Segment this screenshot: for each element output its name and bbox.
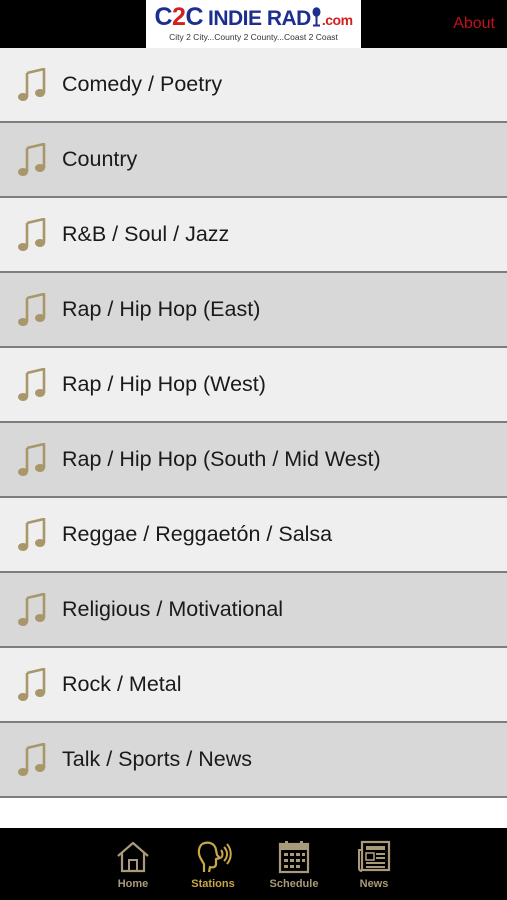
station-label: R&B / Soul / Jazz	[62, 222, 230, 246]
tab-stations[interactable]: Stations	[178, 840, 248, 896]
station-label: Comedy / Poetry	[62, 72, 223, 96]
music-note-icon	[18, 217, 46, 251]
music-note-icon	[18, 142, 46, 176]
music-note-icon	[18, 517, 46, 551]
station-row[interactable]: Rap / Hip Hop (West)	[0, 348, 507, 423]
c2c-indie-radio-logo: C2C INDIE RAD .com City 2 City...County …	[146, 0, 361, 48]
logo-tagline: City 2 City...County 2 County...Coast 2 …	[169, 32, 338, 42]
station-row[interactable]: Reggae / Reggaetón / Salsa	[0, 498, 507, 573]
station-row[interactable]: Rap / Hip Hop (East)	[0, 273, 507, 348]
station-label: Rap / Hip Hop (West)	[62, 372, 266, 396]
logo-indie-radio: INDIE RAD	[208, 7, 311, 30]
logo-c2c: C2C	[154, 3, 203, 31]
station-list: Comedy / Poetry Country R&B / Soul / Jazz R…	[0, 48, 507, 798]
music-note-icon	[18, 367, 46, 401]
station-row[interactable]: Religious / Motivational	[0, 573, 507, 648]
tab-home[interactable]: Home	[98, 840, 168, 896]
station-label: Country	[62, 147, 138, 171]
station-label: Reggae / Reggaetón / Salsa	[62, 522, 333, 546]
calendar-icon	[278, 841, 310, 874]
logo-domain: .com	[321, 12, 353, 28]
station-row[interactable]: Rap / Hip Hop (South / Mid West)	[0, 423, 507, 498]
station-row[interactable]: R&B / Soul / Jazz	[0, 198, 507, 273]
station-label: Talk / Sports / News	[62, 747, 252, 771]
microphone-icon	[312, 7, 321, 27]
music-note-icon	[18, 592, 46, 626]
music-note-icon	[18, 292, 46, 326]
station-row[interactable]: Comedy / Poetry	[0, 48, 507, 123]
music-note-icon	[18, 742, 46, 776]
station-label: Rap / Hip Hop (East)	[62, 297, 261, 321]
tab-stations-label: Stations	[191, 878, 235, 890]
station-label: Rock / Metal	[62, 672, 182, 696]
tab-schedule-label: Schedule	[269, 878, 319, 890]
app-screen: C2C INDIE RAD .com City 2 City...County …	[0, 0, 507, 900]
tab-news-label: News	[359, 878, 389, 890]
home-icon	[117, 841, 149, 873]
station-row[interactable]: Country	[0, 123, 507, 198]
tab-schedule[interactable]: Schedule	[259, 840, 329, 896]
newspaper-icon	[358, 840, 391, 872]
music-note-icon	[18, 667, 46, 701]
station-row[interactable]: Rock / Metal	[0, 648, 507, 723]
tab-home-label: Home	[117, 878, 149, 890]
tab-news[interactable]: News	[339, 840, 409, 896]
bottom-tab-bar: Home Stations Schedule News	[0, 828, 507, 900]
station-row[interactable]: Talk / Sports / News	[0, 723, 507, 798]
music-note-icon	[18, 442, 46, 476]
station-label: Religious / Motivational	[62, 597, 284, 621]
top-bar: C2C INDIE RAD .com City 2 City...County …	[0, 0, 507, 48]
listener-icon	[197, 841, 232, 873]
music-note-icon	[18, 67, 46, 101]
logo-wordmark: C2C INDIE RAD .com	[146, 3, 361, 31]
about-link[interactable]: About	[453, 15, 495, 33]
station-label: Rap / Hip Hop (South / Mid West)	[62, 447, 381, 471]
